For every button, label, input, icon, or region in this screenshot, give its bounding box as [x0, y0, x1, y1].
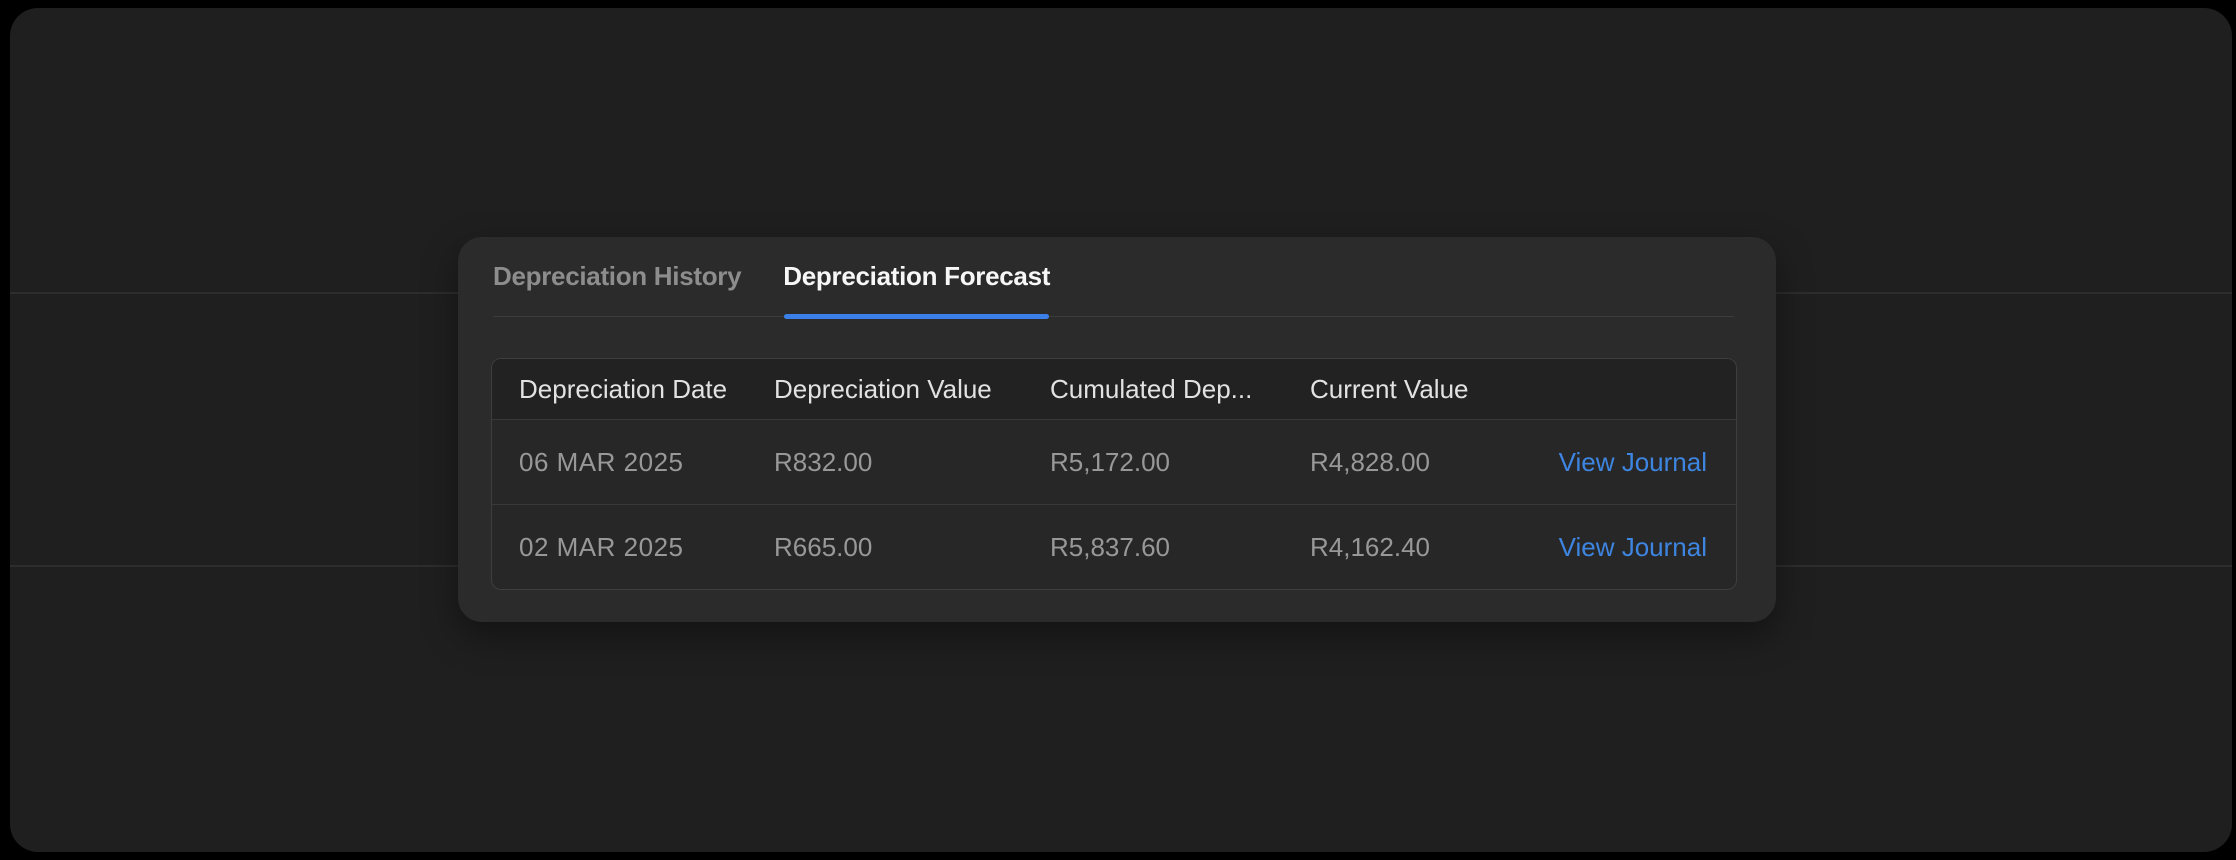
column-header-cumulated-depreciation: Cumulated Dep...: [1023, 359, 1283, 420]
cell-depreciation-value: R665.00: [747, 505, 1023, 590]
cell-depreciation-value: R832.00: [747, 420, 1023, 505]
column-header-current-value: Current Value: [1283, 359, 1523, 420]
column-header-depreciation-value: Depreciation Value: [747, 359, 1023, 420]
tab-bar: Depreciation History Depreciation Foreca…: [493, 237, 1734, 317]
table-row: 06 MAR 2025 R832.00 R5,172.00 R4,828.00 …: [492, 420, 1736, 505]
column-header-depreciation-date: Depreciation Date: [492, 359, 747, 420]
tab-label: Depreciation History: [493, 261, 741, 292]
table-row: 02 MAR 2025 R665.00 R5,837.60 R4,162.40 …: [492, 505, 1736, 590]
table-header-row: Depreciation Date Depreciation Value Cum…: [492, 359, 1736, 420]
cell-depreciation-date: 06 MAR 2025: [492, 420, 747, 505]
view-journal-link[interactable]: View Journal: [1559, 447, 1707, 477]
cell-current-value: R4,162.40: [1283, 505, 1523, 590]
tab-depreciation-forecast[interactable]: Depreciation Forecast: [783, 237, 1050, 316]
depreciation-forecast-table: Depreciation Date Depreciation Value Cum…: [491, 358, 1737, 590]
cell-cumulated-depreciation: R5,837.60: [1023, 505, 1283, 590]
cell-depreciation-date: 02 MAR 2025: [492, 505, 747, 590]
depreciation-panel: Depreciation History Depreciation Foreca…: [458, 237, 1776, 622]
column-header-actions: [1523, 359, 1736, 420]
cell-current-value: R4,828.00: [1283, 420, 1523, 505]
tab-depreciation-history[interactable]: Depreciation History: [493, 237, 741, 316]
view-journal-link[interactable]: View Journal: [1559, 532, 1707, 562]
cell-cumulated-depreciation: R5,172.00: [1023, 420, 1283, 505]
tab-label: Depreciation Forecast: [783, 261, 1050, 292]
active-tab-indicator: [784, 314, 1049, 319]
